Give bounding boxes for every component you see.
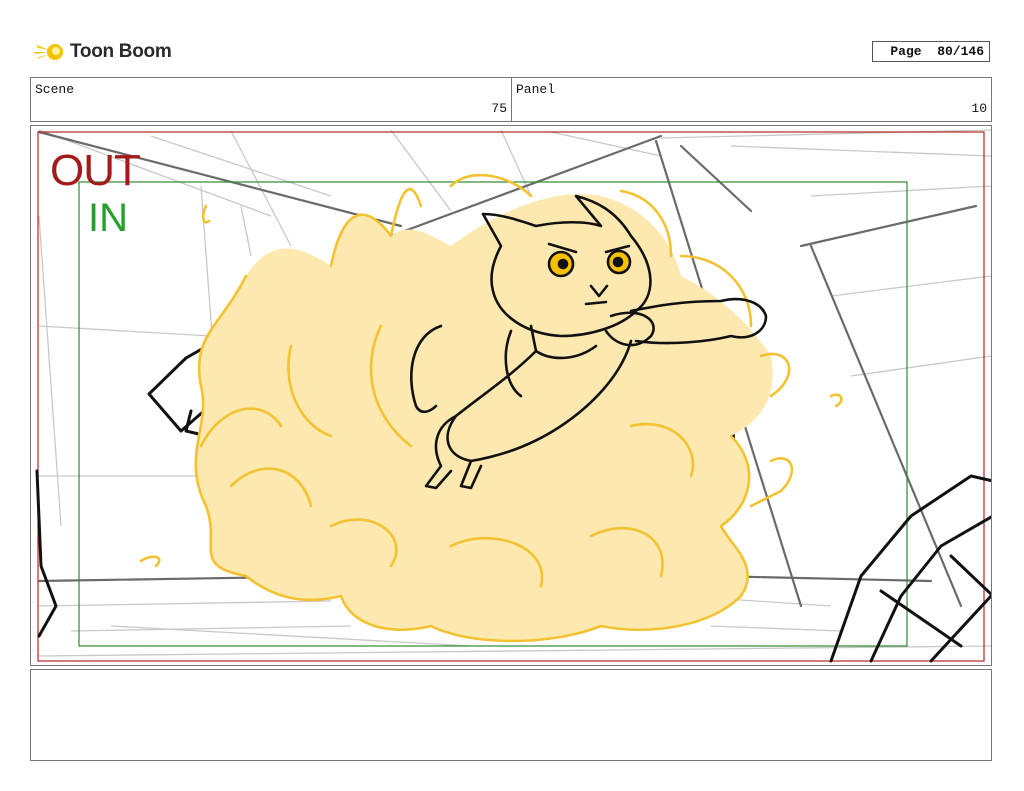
- scene-label: Scene: [35, 82, 75, 97]
- panel-number: 10: [971, 101, 987, 116]
- scene-field: Scene 75: [30, 77, 512, 122]
- page-label: Page: [890, 44, 922, 59]
- toon-boom-logo: Toon Boom: [34, 38, 172, 66]
- page-number: 80/146: [937, 44, 984, 59]
- storyboard-panel-image: OUT IN: [30, 125, 992, 666]
- sketch-drawing: [35, 129, 991, 663]
- in-frame-label: IN: [88, 196, 128, 240]
- comet-icon: [34, 44, 63, 60]
- panel-label: Panel: [516, 82, 556, 97]
- panel-notes-box: [30, 669, 992, 761]
- page-indicator: Page 80/146: [872, 41, 990, 62]
- brand-name: Toon Boom: [70, 41, 172, 62]
- scene-number: 75: [491, 101, 507, 116]
- panel-field: Panel 10: [511, 77, 992, 122]
- out-frame-label: OUT: [50, 146, 141, 195]
